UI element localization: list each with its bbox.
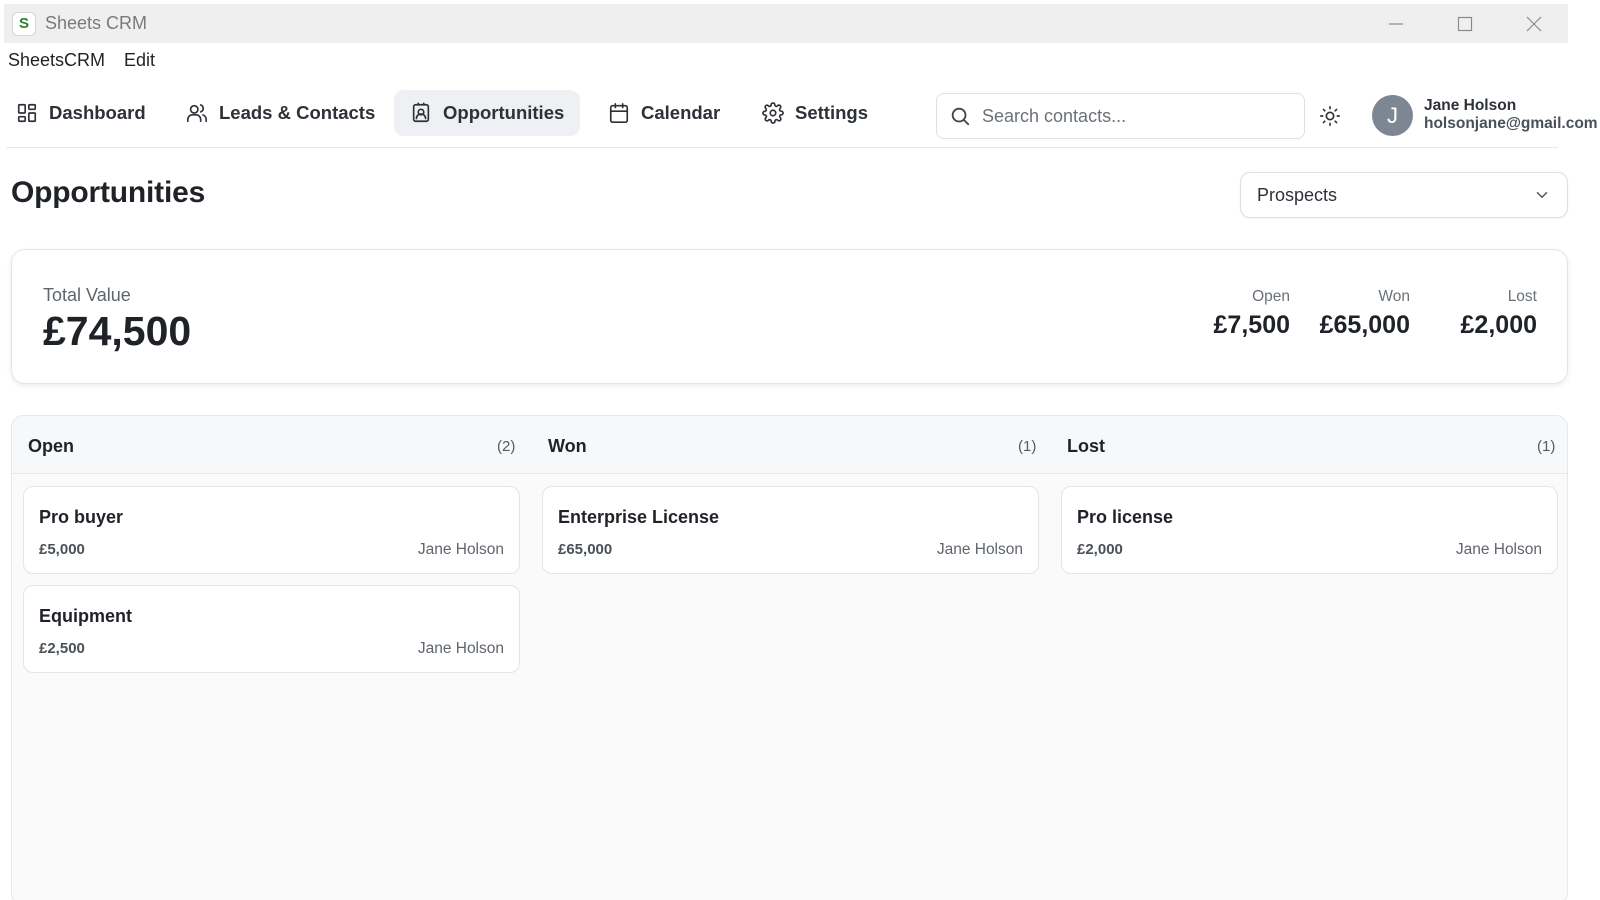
opportunity-title: Pro buyer <box>39 507 124 527</box>
users-icon <box>187 104 207 123</box>
nav-opportunities-label: Opportunities <box>443 102 565 123</box>
gear-icon <box>762 102 784 124</box>
opportunity-card[interactable]: Equipment £2,500 Jane Holson <box>23 585 520 673</box>
nav-dashboard-label: Dashboard <box>49 102 146 123</box>
nav-opportunities[interactable]: Opportunities <box>394 90 581 136</box>
stat-lost-label: Lost <box>1507 288 1537 305</box>
total-value-card: Total Value £74,500 Open £7,500 Won £65,… <box>11 249 1568 384</box>
menu-edit[interactable]: Edit <box>124 50 155 71</box>
column-lost-title: Lost <box>1067 436 1105 456</box>
stat-lost: Lost £2,000 <box>1461 288 1537 340</box>
column-open-title: Open <box>28 436 75 456</box>
app-logo-icon: S <box>12 11 36 36</box>
opportunities-board: Open (2) Won (1) Lost (1) Pro buyer £5,0… <box>11 415 1568 900</box>
chevron-down-icon <box>1536 192 1548 198</box>
nav-settings[interactable]: Settings <box>746 90 884 136</box>
column-won-count: (1) <box>1018 438 1037 455</box>
board-header: Open (2) Won (1) Lost (1) <box>12 416 1567 474</box>
opportunity-card[interactable]: Pro buyer £5,000 Jane Holson <box>23 486 520 574</box>
total-value-amount: £74,500 <box>43 308 192 354</box>
column-open-count: (2) <box>497 438 516 455</box>
stat-lost-value: £2,000 <box>1460 311 1537 339</box>
opportunity-title: Pro license <box>1077 507 1174 527</box>
search-box <box>936 93 1305 139</box>
window-title: Sheets CRM <box>45 13 148 33</box>
opportunity-title: Equipment <box>39 606 132 626</box>
sun-icon <box>1320 106 1340 126</box>
avatar[interactable]: J <box>1372 95 1413 136</box>
minimize-icon <box>1388 22 1403 25</box>
nav-dashboard[interactable]: Dashboard <box>0 90 162 136</box>
opportunity-owner: Jane Holson <box>417 541 504 558</box>
opportunity-owner: Jane Holson <box>1455 541 1542 558</box>
theme-toggle-button[interactable] <box>1314 100 1346 132</box>
window-titlebar: S Sheets CRM <box>4 4 1568 43</box>
user-email: holsonjane@gmail.com <box>1424 115 1598 132</box>
close-icon <box>1526 16 1541 31</box>
opportunity-card[interactable]: Enterprise License £65,000 Jane Holson <box>542 486 1039 574</box>
column-lost-count: (1) <box>1537 438 1556 455</box>
pipeline-select-value: Prospects <box>1257 184 1338 205</box>
nav-leads-contacts-label: Leads & Contacts <box>219 102 376 123</box>
total-value-label: Total Value <box>43 285 131 305</box>
stat-open-label: Open <box>1252 288 1290 305</box>
opportunity-value: £2,000 <box>1077 541 1123 558</box>
close-button[interactable] <box>1499 4 1568 43</box>
nav-divider <box>6 147 1558 148</box>
user-name: Jane Holson <box>1424 97 1517 114</box>
opportunity-value: £2,500 <box>39 640 85 657</box>
search-icon <box>951 107 970 126</box>
opportunity-value: £5,000 <box>39 541 85 558</box>
dashboard-icon <box>17 103 37 123</box>
opportunity-title: Enterprise License <box>558 507 720 527</box>
stat-open: Open £7,500 <box>1214 288 1290 340</box>
stat-open-value: £7,500 <box>1213 311 1290 339</box>
column-won-title: Won <box>548 436 587 456</box>
nav-leads-contacts[interactable]: Leads & Contacts <box>170 90 391 136</box>
calendar-icon <box>609 103 629 123</box>
search-input[interactable] <box>982 105 1282 127</box>
window-controls <box>1361 4 1568 43</box>
opportunity-owner: Jane Holson <box>936 541 1023 558</box>
nav-calendar-label: Calendar <box>641 102 721 123</box>
nav-calendar[interactable]: Calendar <box>592 90 736 136</box>
opportunity-owner: Jane Holson <box>417 640 504 657</box>
nav-settings-label: Settings <box>795 102 868 123</box>
minimize-button[interactable] <box>1361 4 1430 43</box>
opportunity-card[interactable]: Pro license £2,000 Jane Holson <box>1061 486 1558 574</box>
maximize-button[interactable] <box>1430 4 1499 43</box>
maximize-icon <box>1457 16 1472 31</box>
opportunity-value: £65,000 <box>558 541 613 558</box>
stat-won: Won £65,000 <box>1320 288 1410 340</box>
stat-won-value: £65,000 <box>1319 311 1410 339</box>
pipeline-select[interactable]: Prospects <box>1240 172 1568 218</box>
menu-sheetscrm[interactable]: SheetsCRM <box>8 50 105 71</box>
main-nav: Dashboard Leads & Contacts Opportunities… <box>0 90 1600 138</box>
stat-won-label: Won <box>1378 288 1410 305</box>
page-title: Opportunities <box>11 176 206 209</box>
contact-card-icon <box>412 102 430 123</box>
menu-bar: SheetsCRM Edit <box>8 50 155 71</box>
